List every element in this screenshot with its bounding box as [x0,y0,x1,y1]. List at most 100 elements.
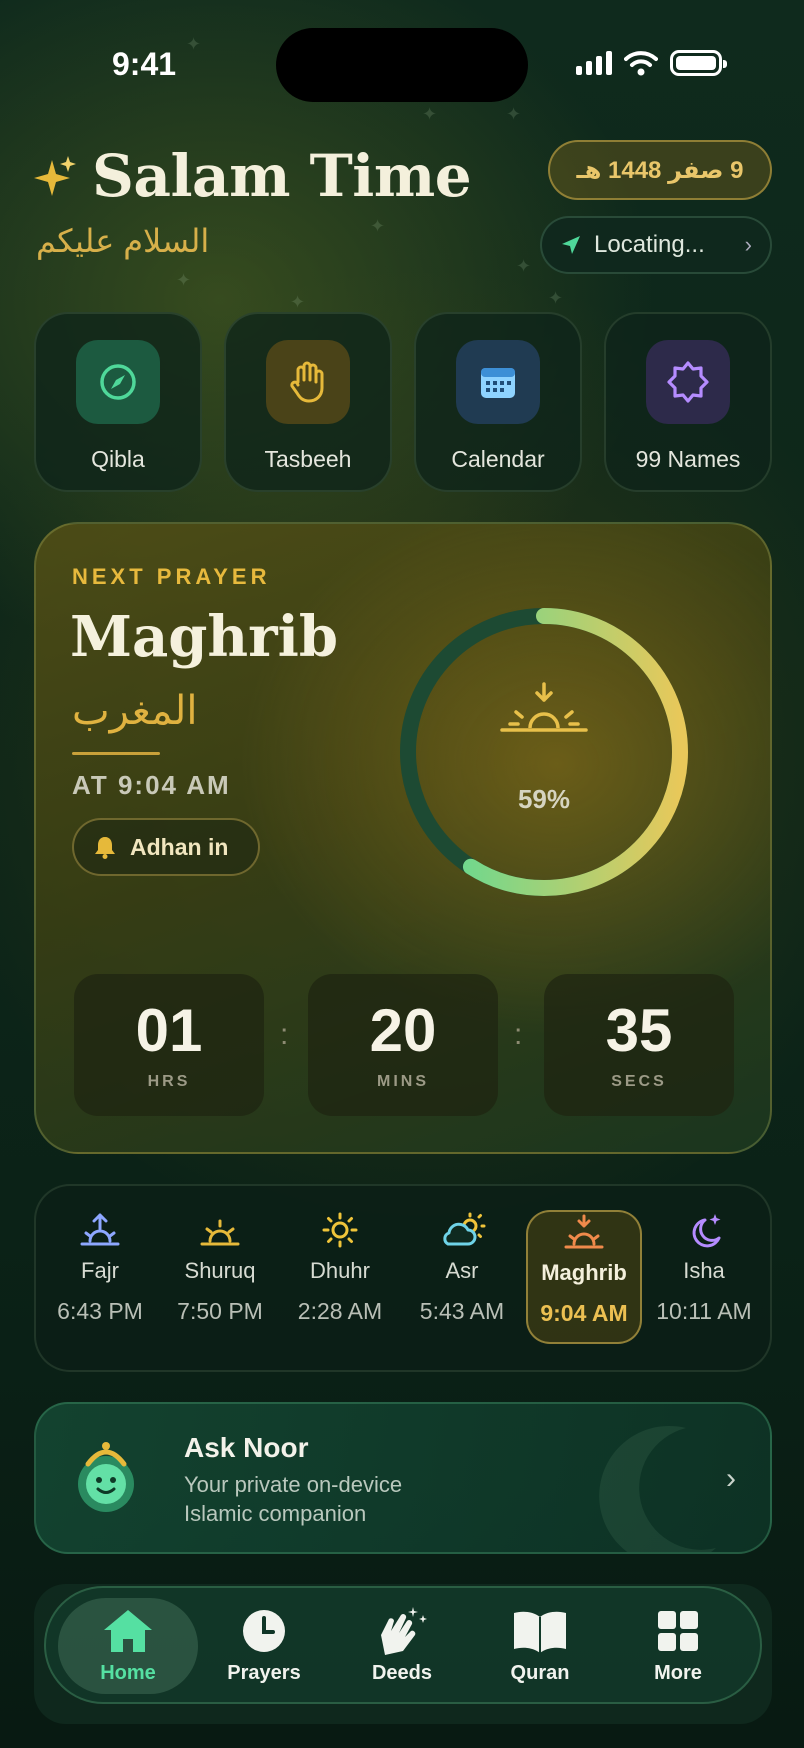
sunrise-icon [198,1210,242,1250]
adhan-label: Adhan in [130,833,229,860]
home-icon [102,1606,154,1656]
background-star-icon: ✦ [176,270,192,290]
prayer-item-shuruq[interactable]: Shuruq 7:50 PM [162,1210,278,1344]
tasbeeh-tile[interactable]: Tasbeeh [224,312,392,492]
grid-icon [656,1606,700,1656]
tab-label: Deeds [371,1662,433,1684]
book-icon [512,1606,568,1656]
tab-more[interactable]: More [608,1598,748,1694]
countdown-separator: : [280,1018,289,1051]
clock-icon [241,1606,287,1656]
location-button[interactable]: Locating... › [540,216,772,274]
99-names-tile[interactable]: 99 Names [604,312,772,492]
prayer-time: 10:11 AM [656,1298,752,1324]
crescent-moon-icon [599,1426,716,1552]
prayer-progress-ring [400,608,688,896]
next-prayer-label: NEXT PRAYER [72,564,271,589]
tab-quran[interactable]: Quran [470,1598,610,1694]
prayer-name: Asr [445,1258,479,1283]
seconds-value: 35 [605,997,673,1064]
prayer-time: 6:43 PM [57,1298,143,1324]
app-title: Salam Time [92,142,472,210]
prayer-time: 5:43 AM [419,1298,505,1324]
hours-label: HRS [147,1073,191,1090]
tab-home[interactable]: Home [58,1598,198,1694]
tab-label: Quran [510,1662,570,1684]
calendar-tile[interactable]: Calendar [414,312,582,492]
prayer-time: 9:04 AM [540,1300,628,1326]
ask-noor-subtitle: Islamic companion [184,1501,367,1526]
prayer-time: 7:50 PM [177,1298,263,1324]
tab-label: Prayers [227,1662,301,1684]
hand-icon [266,340,350,424]
status-time: 9:41 [112,46,177,82]
dynamic-island [276,28,528,102]
background-star-icon: ✦ [290,292,306,312]
wifi-icon [624,51,658,76]
hours-value: 01 [135,997,203,1064]
tab-deeds[interactable]: Deeds [332,1598,472,1694]
background-star-icon: ✦ [370,216,386,236]
chevron-right-icon: › [726,1462,736,1495]
tab-prayers[interactable]: Prayers [194,1598,334,1694]
prayer-item-fajr[interactable]: Fajr 6:43 PM [42,1210,158,1344]
bell-icon [95,837,115,859]
background-star-icon: ✦ [516,256,532,276]
noor-avatar [78,1442,134,1512]
background-star-icon: ✦ [548,288,564,308]
ask-noor-subtitle: Your private on-device [184,1472,403,1497]
sunset-icon [500,682,588,732]
prayer-item-asr[interactable]: Asr 5:43 AM [404,1210,520,1344]
next-prayer-name: Maghrib [70,604,339,670]
ask-noor-title: Ask Noor [184,1432,309,1463]
minutes-label: MINS [377,1073,429,1090]
star-badge-icon [646,340,730,424]
compass-icon [76,340,160,424]
clapping-hands-icon [375,1606,429,1656]
tab-label: Home [100,1662,156,1684]
seconds-label: SECS [611,1073,667,1090]
prayer-name: Isha [683,1258,725,1283]
qibla-tile[interactable]: Qibla [34,312,202,492]
chevron-right-icon: › [744,232,752,257]
qibla-label: Qibla [91,446,145,472]
prayer-time: 2:28 AM [297,1298,383,1324]
sun-icon [322,1210,358,1250]
sunrise-arrow-icon [78,1210,122,1250]
prayer-item-maghrib[interactable]: Maghrib 9:04 AM [526,1210,642,1344]
hijri-date-badge[interactable]: 9 صفر 1448 هـ [548,140,772,200]
divider [72,752,160,755]
moon-stars-icon [685,1210,723,1250]
next-prayer-time: AT 9:04 AM [72,770,231,800]
prayer-item-isha[interactable]: Isha 10:11 AM [646,1210,762,1344]
location-label: Locating... [594,231,705,258]
status-icons [576,50,727,76]
99-names-label: 99 Names [635,446,741,472]
background-star-icon: ✦ [422,104,438,124]
sunset-icon [562,1212,606,1252]
sun-cloud-icon [438,1210,486,1250]
next-prayer-arabic-name: المغرب [72,689,198,733]
countdown-separator: : [514,1018,523,1051]
cellular-signal-icon [576,51,612,75]
prayer-name: Shuruq [184,1258,256,1283]
prayer-item-dhuhr[interactable]: Dhuhr 2:28 AM [282,1210,398,1344]
ask-noor-card[interactable] [34,1402,772,1554]
sparkle-icon [34,156,76,196]
tab-label: More [654,1662,702,1684]
prayer-name: Fajr [81,1258,119,1283]
prayer-name: Dhuhr [310,1258,370,1283]
calendar-icon [456,340,540,424]
background-star-icon: ✦ [506,104,522,124]
prayer-name: Maghrib [541,1260,627,1285]
progress-percent: 59% [517,784,571,814]
countdown-seconds: 35 SECS [544,974,734,1116]
background-star-icon: ✦ [186,34,202,54]
countdown-hours: 01 HRS [74,974,264,1116]
calendar-label: Calendar [451,446,545,472]
minutes-value: 20 [369,997,437,1064]
battery-icon [670,50,727,76]
location-arrow-icon [562,236,580,254]
adhan-button[interactable]: Adhan in [72,818,260,876]
arabic-greeting: السلام عليكم [36,223,210,259]
